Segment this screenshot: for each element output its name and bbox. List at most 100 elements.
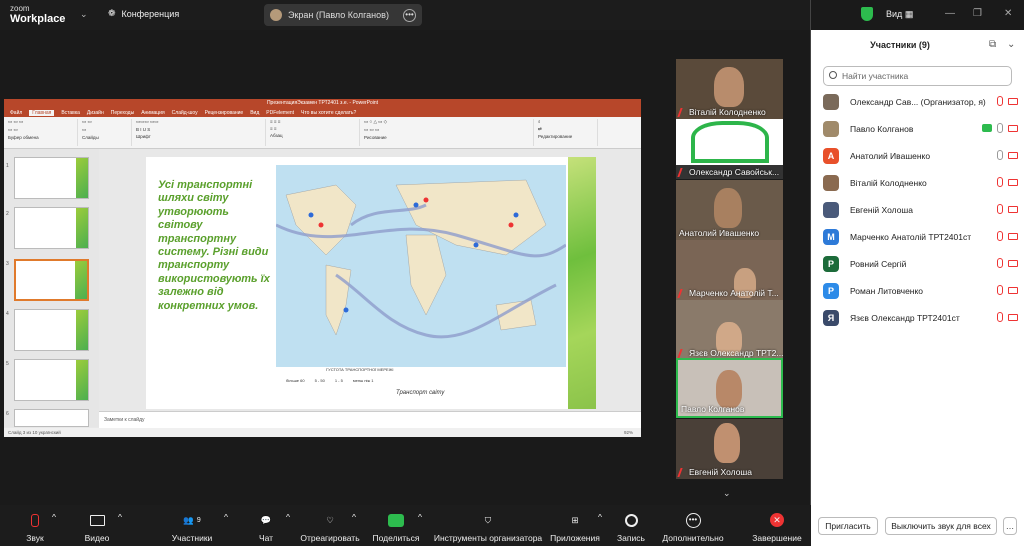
mic-muted-icon[interactable]	[997, 285, 1003, 295]
participant-row[interactable]: Р Роман Литовченко	[823, 281, 1018, 301]
more-button[interactable]: …	[1003, 517, 1017, 535]
camera-off-icon	[1008, 151, 1018, 159]
restore-icon[interactable]: ❐	[973, 8, 982, 19]
participants-button[interactable]: 👥 9 Участники	[170, 512, 214, 544]
mic-muted-icon	[677, 467, 688, 477]
view-button[interactable]: Вид ▦	[886, 9, 913, 20]
avatar: Я	[823, 310, 839, 326]
apps-icon: ⊞	[571, 514, 579, 525]
avatar: А	[823, 148, 839, 164]
share-screen-icon	[388, 513, 404, 527]
participant-row[interactable]: Павло Колганов	[823, 119, 1018, 139]
react-options-caret[interactable]: ^	[352, 512, 356, 522]
camera-off-icon	[1008, 232, 1018, 240]
participant-name: Евгеній Холоша	[850, 205, 913, 215]
mic-muted-icon[interactable]	[997, 258, 1003, 268]
participant-row[interactable]: Я Язєв Олександр ТРТ2401ст	[823, 308, 1018, 328]
share-button[interactable]: Поделиться	[372, 512, 420, 543]
participant-name: Язєв Олександр ТРТ2401ст	[850, 313, 960, 323]
mic-muted-icon[interactable]	[997, 312, 1003, 322]
meeting-toolbar: Звук ^ Видео ^ 👥 9 Участники ^ 💬 Чат ^ ♡ От…	[0, 505, 811, 546]
chat-options-caret[interactable]: ^	[286, 512, 290, 522]
record-button[interactable]: Запись	[615, 512, 647, 543]
screen-share-label: Экран (Павло Колганов)	[288, 10, 389, 20]
avatar: Р	[823, 283, 839, 299]
ppt-title: ПрезентацияЭкзамен ТРТ2401 з.е. - PowerP…	[4, 99, 641, 108]
mic-muted-icon[interactable]	[997, 96, 1003, 106]
chevron-down-icon[interactable]: ⌄	[80, 9, 88, 20]
more-button[interactable]: ••• Дополнительно	[660, 512, 726, 543]
video-options-caret[interactable]: ^	[118, 512, 122, 522]
video-button[interactable]: Видео	[82, 512, 112, 543]
react-button[interactable]: ♡ Отреагировать	[300, 512, 360, 544]
ppt-ribbon: ▭ ▭ ▭ ▭ ▭ Буфер обмена ▭ ▭ ▭ Слайды ▭▭▭ ▭▭ B …	[4, 117, 641, 149]
video-tile[interactable]: Евгеній Холоша	[676, 419, 783, 479]
mic-icon[interactable]	[997, 123, 1003, 133]
more-options-icon[interactable]: •••	[403, 8, 416, 22]
security-shield-icon[interactable]	[861, 7, 873, 21]
participant-row[interactable]: А Анатолий Ивашенко	[823, 146, 1018, 166]
screen-share-indicator[interactable]: Экран (Павло Колганов) •••	[264, 4, 422, 26]
participant-row[interactable]: Р Ровний Сергій	[823, 254, 1018, 274]
mic-muted-icon[interactable]	[997, 231, 1003, 241]
host-tools-button[interactable]: ⛉ Инструменты организатора	[432, 512, 544, 544]
collapse-icon[interactable]: ⌄	[1007, 39, 1015, 50]
camera-icon	[89, 514, 105, 526]
participant-row[interactable]: Олександр Сав... (Организатор, я)	[823, 92, 1018, 112]
ppt-tabs: Файл Главная Вставка Дизайн Переходы Ани…	[4, 108, 641, 117]
participant-name: Марченко Анатолій ТРТ2401ст	[850, 232, 972, 242]
video-tile[interactable]: Марченко Анатолій Т...	[676, 240, 783, 300]
participant-name: Ровний Сергій	[850, 259, 907, 269]
avatar: М	[823, 229, 839, 245]
audio-options-caret[interactable]: ^	[52, 512, 56, 522]
apps-options-caret[interactable]: ^	[598, 512, 602, 522]
participant-name: Олександр Сав... (Организатор, я)	[850, 97, 986, 107]
participant-row[interactable]: Віталій Колодненко	[823, 173, 1018, 193]
video-tile[interactable]: Язєв Олександр ТРТ2...	[676, 300, 783, 360]
avatar	[823, 121, 839, 137]
video-tile[interactable]: Павло Колганов	[676, 358, 783, 418]
camera-off-icon	[1008, 124, 1018, 132]
world-map	[276, 165, 566, 367]
mic-icon[interactable]	[997, 150, 1003, 160]
search-input[interactable]: Найти участника	[823, 66, 1012, 86]
paw-icon: ❁	[108, 8, 116, 18]
minimize-icon[interactable]: —	[945, 8, 955, 19]
current-slide: Усі транспортні шляхи світу утворюють св…	[146, 157, 596, 409]
share-screen-icon	[982, 124, 992, 132]
participant-name: Роман Литовченко	[850, 286, 924, 296]
end-button[interactable]: ✕ Завершение	[750, 512, 804, 543]
participants-panel: Участники (9) ⧉ ⌄ Найти участника Олекса…	[811, 30, 1024, 546]
camera-off-icon	[1008, 259, 1018, 267]
avatar	[823, 175, 839, 191]
video-tile[interactable]: Олександр Савойськ...	[676, 119, 783, 179]
participant-row[interactable]: М Марченко Анатолій ТРТ2401ст	[823, 227, 1018, 247]
participants-icon: 👥	[183, 514, 194, 525]
participant-name: Віталій Колодненко	[850, 178, 927, 188]
invite-button[interactable]: Пригласить	[818, 517, 878, 535]
mic-muted-icon[interactable]	[997, 204, 1003, 214]
grid-icon: ▦	[904, 9, 914, 19]
record-icon	[624, 513, 638, 527]
audio-button[interactable]: Звук	[20, 512, 50, 543]
mute-all-button[interactable]: Выключить звук для всех	[885, 517, 997, 535]
video-tile[interactable]: Віталій Колодненко	[676, 59, 783, 119]
chat-button[interactable]: 💬 Чат	[252, 512, 280, 544]
popout-icon[interactable]: ⧉	[989, 39, 996, 50]
chevron-down-icon[interactable]: ⌄	[723, 488, 731, 499]
participants-options-caret[interactable]: ^	[224, 512, 228, 522]
zoom-logo: zoom Workplace	[10, 4, 66, 25]
camera-off-icon	[1008, 313, 1018, 321]
conference-menu[interactable]: ❁ Конференция	[108, 8, 179, 19]
participant-row[interactable]: Евгеній Холоша	[823, 200, 1018, 220]
close-icon[interactable]: ✕	[1004, 8, 1012, 19]
camera-off-icon	[1008, 97, 1018, 105]
slide-notes: Заметки к слайду	[99, 411, 641, 428]
slide-decoration	[568, 157, 596, 409]
share-options-caret[interactable]: ^	[418, 512, 422, 522]
slide-thumbnails: 1 2 3 4 5 6	[4, 149, 99, 427]
ppt-status-bar: Слайд 3 из 10 українский 92%	[4, 428, 641, 437]
video-tile[interactable]: Анатолий Ивашенко	[676, 180, 783, 240]
mic-muted-icon[interactable]	[997, 177, 1003, 187]
apps-button[interactable]: ⊞ Приложения	[548, 512, 602, 544]
